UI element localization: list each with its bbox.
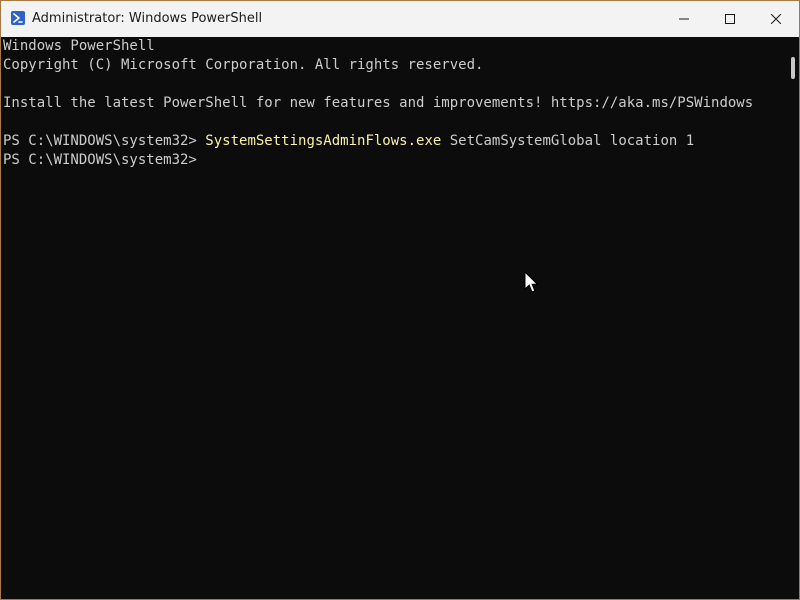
close-icon xyxy=(771,14,781,24)
prompt-text: PS C:\WINDOWS\system32> xyxy=(3,133,206,149)
window-title: Administrator: Windows PowerShell xyxy=(32,11,263,26)
command-name: SystemSettingsAdminFlows.exe xyxy=(205,133,442,149)
terminal-line: Copyright (C) Microsoft Corporation. All… xyxy=(3,57,484,73)
maximize-icon xyxy=(725,14,735,24)
close-button[interactable] xyxy=(753,1,799,37)
current-prompt: PS C:\WINDOWS\system32> xyxy=(3,152,197,168)
command-line: PS C:\WINDOWS\system32> SystemSettingsAd… xyxy=(3,132,787,151)
terminal-line: Windows PowerShell xyxy=(3,38,155,54)
powershell-window: Administrator: Windows PowerShell Window… xyxy=(0,0,800,600)
window-controls xyxy=(661,1,799,37)
minimize-icon xyxy=(679,18,689,20)
vertical-scrollbar[interactable] xyxy=(791,57,795,79)
title-bar[interactable]: Administrator: Windows PowerShell xyxy=(1,1,799,37)
command-arguments: SetCamSystemGlobal location 1 xyxy=(441,133,695,149)
minimize-button[interactable] xyxy=(661,1,707,37)
powershell-icon xyxy=(11,11,25,25)
terminal-line: Install the latest PowerShell for new fe… xyxy=(3,95,754,111)
maximize-button[interactable] xyxy=(707,1,753,37)
mouse-pointer-icon xyxy=(524,271,538,293)
terminal-output[interactable]: Windows PowerShell Copyright (C) Microso… xyxy=(1,37,787,599)
